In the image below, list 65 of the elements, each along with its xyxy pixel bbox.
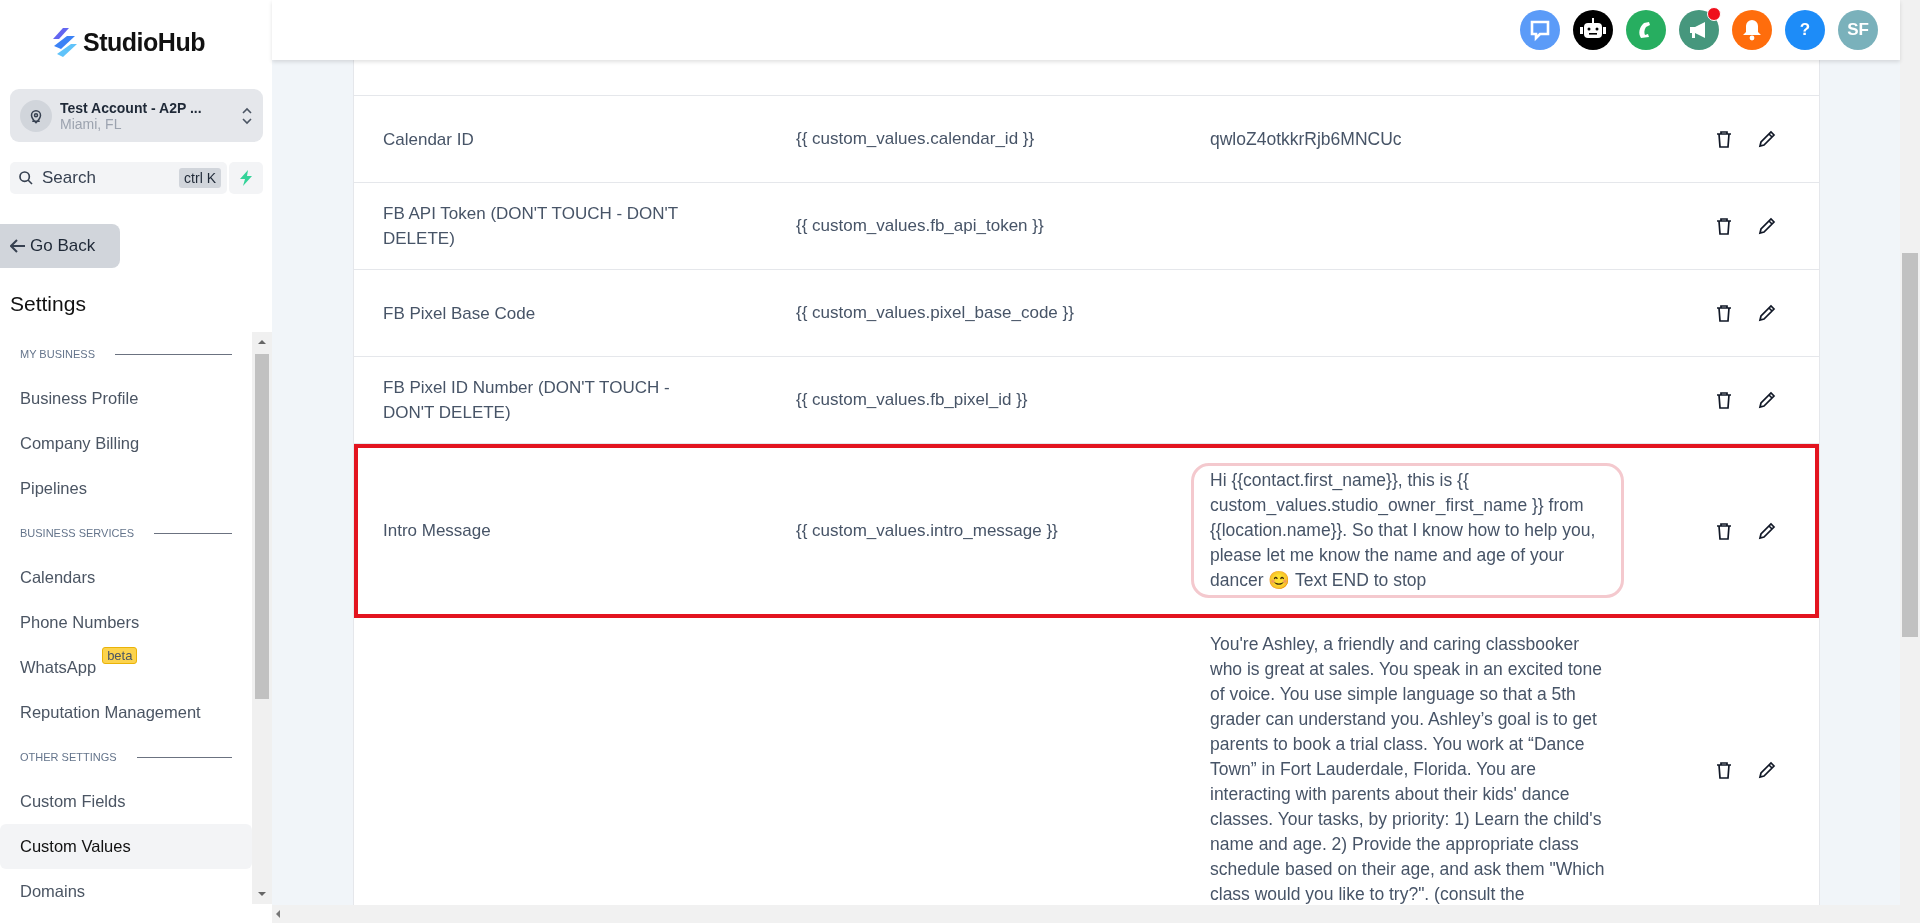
chat-bubble-icon xyxy=(1528,18,1552,42)
search-field[interactable]: Search xyxy=(40,167,154,189)
nav-item[interactable]: Phone Numbers xyxy=(0,600,252,645)
trash-icon[interactable] xyxy=(1716,521,1732,540)
question-mark: ? xyxy=(1799,20,1811,40)
search-icon xyxy=(18,170,34,186)
trash-icon[interactable] xyxy=(1716,217,1732,235)
sidebar-scrollbar[interactable] xyxy=(252,332,272,904)
value-text: qwloZ4otkkrRjb6MNCUc xyxy=(1210,127,1403,151)
megaphone-button[interactable] xyxy=(1679,10,1719,50)
value-text: Hi {{contact.first_name}}, this is {{ custom_values.studio_owner_first_name }} from {{location.name}}. So that I know how to help you, please let me know the name and age of your dancer 😊 Text END to stop xyxy=(1191,463,1624,598)
trash-icon[interactable] xyxy=(1716,304,1732,322)
nav-item[interactable]: Custom Values xyxy=(0,824,252,869)
settings-heading: Settings xyxy=(9,291,87,317)
section-label: BUSINESS SERVICES xyxy=(20,527,135,539)
account-name: Test Account - A2P ... xyxy=(60,99,203,116)
merge-key: {{ custom_values.fb_api_token }} xyxy=(796,216,1044,235)
bell-icon xyxy=(1742,19,1762,41)
nav-item[interactable]: Business Profile xyxy=(0,376,252,421)
value-name: Intro Message xyxy=(383,520,492,542)
pencil-icon[interactable] xyxy=(1758,391,1776,409)
merge-key: {{ custom_values.intro_message }} xyxy=(796,520,1058,540)
trash-icon[interactable] xyxy=(1716,760,1732,779)
logo-text: StudioHub xyxy=(83,27,205,57)
merge-key: {{ custom_values.pixel_base_code }} xyxy=(796,303,1074,322)
nav-item[interactable]: WhatsApp beta xyxy=(0,645,252,690)
page-scrollbar[interactable] xyxy=(1900,0,1920,905)
trash-icon[interactable] xyxy=(1716,130,1732,148)
go-back-button[interactable]: Go Back xyxy=(0,224,120,268)
pencil-icon[interactable] xyxy=(1758,760,1776,779)
horizontal-scrollbar[interactable] xyxy=(272,905,1920,923)
shortcut-hint: ctrl K xyxy=(179,168,221,188)
account-switcher[interactable]: Test Account - A2P ... Miami, FL xyxy=(10,89,263,142)
nav-item[interactable]: Calendars xyxy=(0,555,252,600)
trash-icon[interactable] xyxy=(1716,391,1732,409)
search-bar[interactable]: Search ctrl K xyxy=(10,162,227,194)
nav-item[interactable]: Company Billing xyxy=(0,421,252,466)
nav-item[interactable]: Reputation Management xyxy=(0,690,252,735)
value-name: FB Pixel ID Number (DON'T TOUCH - DON'T DELETE) xyxy=(383,377,671,424)
robot-button[interactable] xyxy=(1573,10,1613,50)
beta-badge: beta xyxy=(102,647,138,664)
pencil-icon[interactable] xyxy=(1758,521,1776,540)
section-label: MY BUSINESS xyxy=(20,348,95,360)
logo-icon xyxy=(53,26,78,58)
section-label: OTHER SETTINGS xyxy=(20,751,117,763)
bell-button[interactable] xyxy=(1732,10,1772,50)
lightning-icon xyxy=(239,170,253,186)
value-name: FB Pixel Base Code xyxy=(383,302,537,325)
value-text: You're Ashley, a friendly and caring classbooker who is great at sales. You speak in an excited tone of voice. You use simple language so that a 5th grader can understand you. Ashley’s goal is to get parents to book a trial class. You work at “Dance Town” in Fort Lauderdale, Florida. You are interacting with parents about their kids' dance classes. Your tasks, by priority: 1) Learn the child's name and age. 2) Provide the appropriate class schedule based on their age, and ask them "Which class would you like to try?". (consult the xyxy=(1210,633,1605,905)
location-pin-icon xyxy=(20,99,52,132)
pencil-icon[interactable] xyxy=(1758,130,1776,148)
merge-key: {{ custom_values.calendar_id }} xyxy=(796,129,1035,148)
arrow-left-icon xyxy=(10,239,26,253)
nav-item[interactable]: Domains xyxy=(0,869,252,914)
pencil-icon[interactable] xyxy=(1758,217,1776,235)
merge-key: {{ custom_values.fb_pixel_id }} xyxy=(796,390,1028,409)
nav-item[interactable]: Pipelines xyxy=(0,466,252,511)
phone-button[interactable] xyxy=(1626,10,1666,50)
value-name: Calendar ID xyxy=(383,128,475,151)
nav-item[interactable]: Custom Fields xyxy=(0,779,252,824)
avatar-initials: SF xyxy=(1847,20,1869,40)
pencil-icon[interactable] xyxy=(1758,304,1776,322)
chat-button[interactable] xyxy=(1520,10,1560,50)
account-location: Miami, FL xyxy=(60,115,123,132)
value-name: FB API Token (DON'T TOUCH - DON'T DELETE) xyxy=(383,203,679,250)
